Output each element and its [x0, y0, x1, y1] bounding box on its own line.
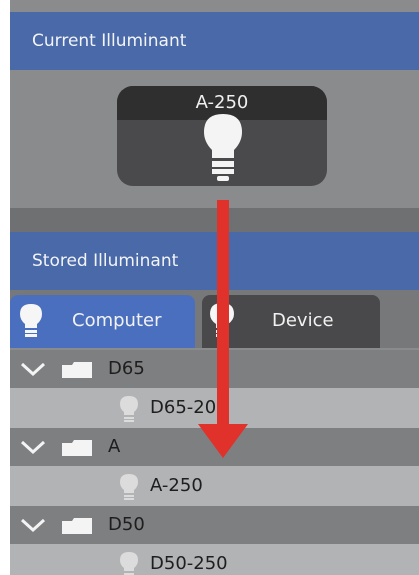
lightbulb-icon	[204, 114, 242, 181]
chevron-down-icon[interactable]	[20, 440, 46, 454]
tab-computer-label: Computer	[72, 310, 162, 331]
tree-item-d50-250[interactable]: D50-250	[10, 544, 419, 575]
current-illuminant-header: Current Illuminant	[10, 12, 419, 70]
tab-device-label: Device	[272, 310, 334, 331]
current-illuminant-area: A-250	[10, 70, 419, 208]
lightbulb-icon	[120, 474, 138, 500]
chevron-down-icon[interactable]	[20, 362, 46, 376]
lightbulb-icon	[120, 552, 138, 575]
tree-item-label: A-250	[150, 475, 203, 496]
illuminant-panel: Current Illuminant A-250 Stored Illumina…	[10, 0, 419, 575]
tab-computer[interactable]: Computer	[10, 295, 195, 348]
chevron-down-icon[interactable]	[20, 518, 46, 532]
tree-folder-d65[interactable]: D65	[10, 350, 419, 388]
tree-folder-label: D50	[108, 514, 145, 535]
tree-item-label: D65-200	[150, 397, 228, 418]
tree-item-label: D50-250	[150, 553, 228, 574]
tree-folder-label: D65	[108, 358, 145, 379]
tree-folder-d50[interactable]: D50	[10, 506, 419, 544]
lightbulb-icon	[120, 396, 138, 422]
source-tabs: Computer Device	[10, 290, 419, 348]
tab-device[interactable]: Device	[202, 295, 380, 348]
tree-item-d65-200[interactable]: D65-200	[10, 388, 419, 428]
stored-illuminant-header: Stored Illuminant	[10, 232, 419, 290]
lightbulb-icon	[20, 304, 42, 337]
current-illuminant-card[interactable]: A-250	[117, 86, 327, 186]
lightbulb-icon	[210, 303, 234, 337]
tree-folder-a[interactable]: A	[10, 428, 419, 466]
tree-item-a-250[interactable]: A-250	[10, 466, 419, 506]
folder-icon	[62, 440, 92, 456]
folder-icon	[62, 518, 92, 534]
folder-icon	[62, 362, 92, 378]
tree-folder-label: A	[108, 436, 121, 457]
section-divider	[10, 208, 419, 232]
